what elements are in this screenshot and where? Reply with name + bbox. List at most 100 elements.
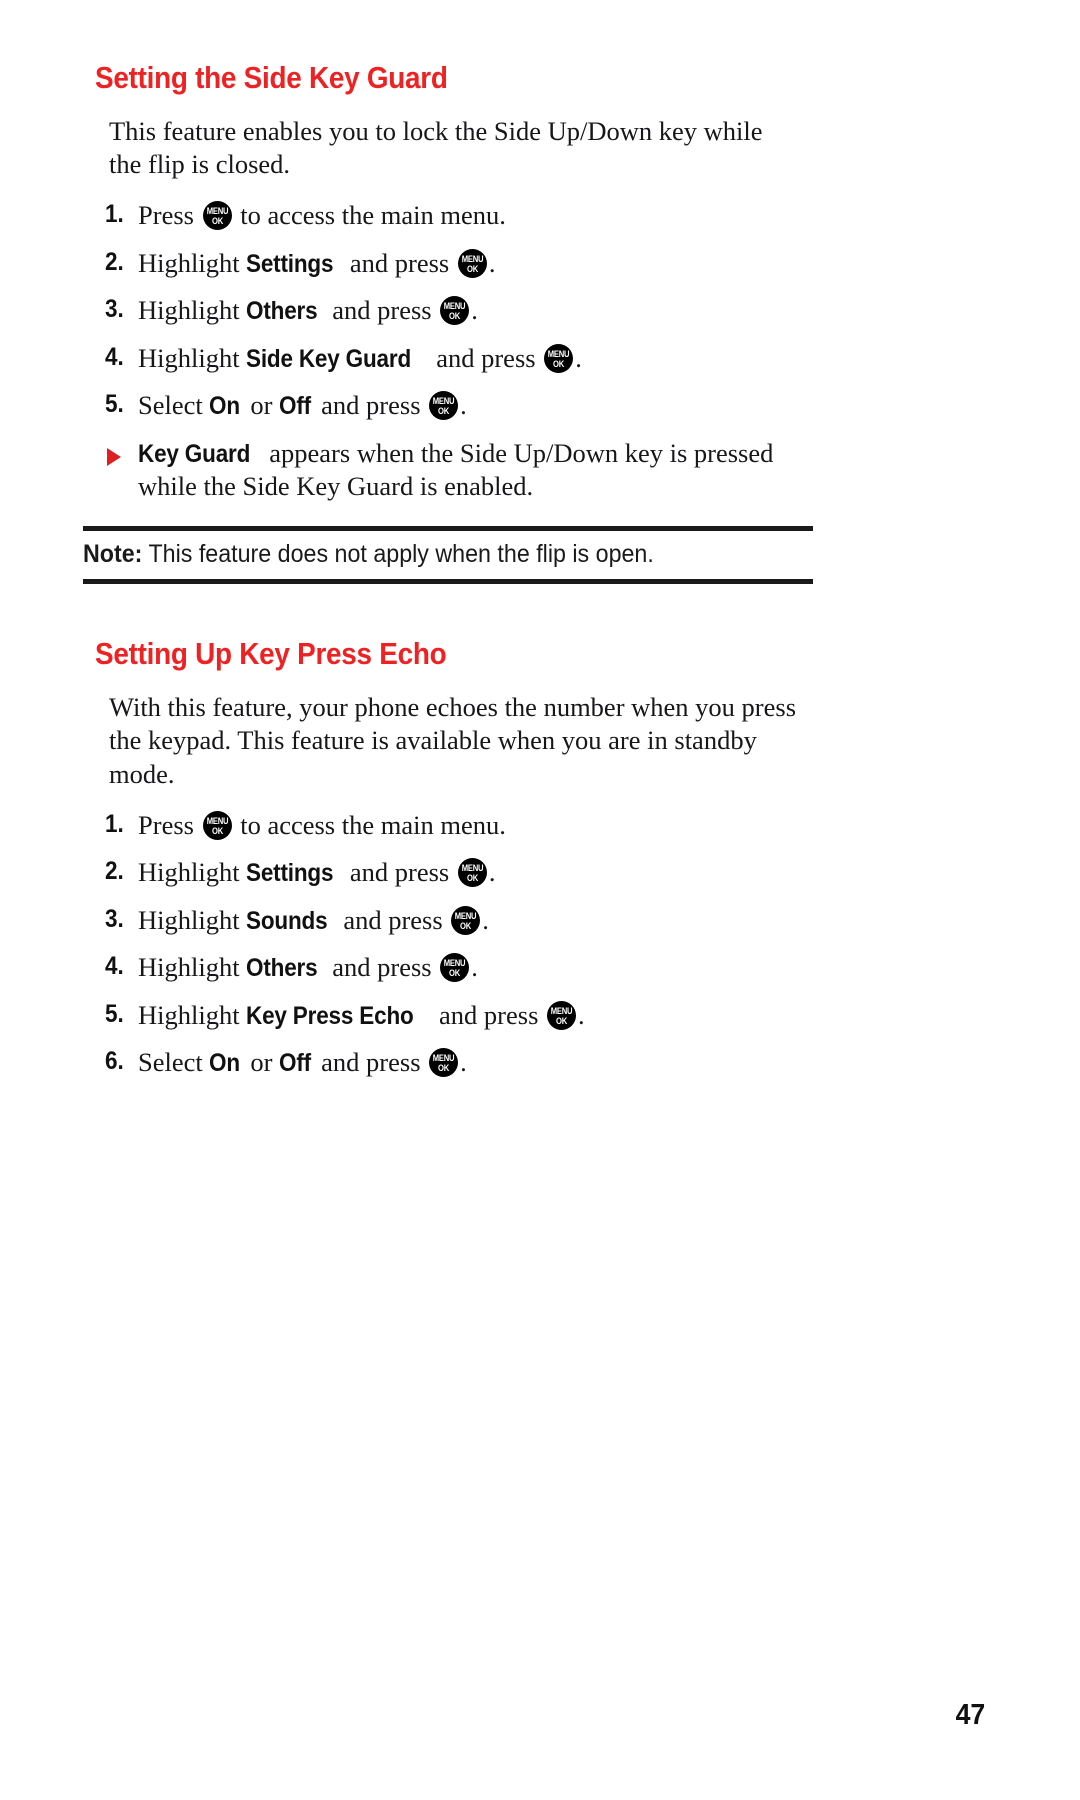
step-number: 2.: [105, 857, 124, 886]
step-text-pre: Highlight: [138, 857, 247, 888]
step-number: 2.: [105, 247, 124, 276]
step-number: 4.: [105, 342, 124, 371]
menu-ok-key-line2: OK: [466, 263, 478, 274]
step-text-pre: Highlight: [138, 952, 247, 983]
section-title-key-press-echo: Setting Up Key Press Echo: [95, 636, 447, 672]
step-text-mid: and press: [429, 342, 543, 373]
section-intro-paragraph: This feature enables you to lock the Sid…: [109, 115, 763, 179]
step-text-mid: or: [243, 390, 280, 421]
step-number: 5.: [105, 999, 124, 1028]
menu-ok-key-line1: MENU: [455, 910, 477, 921]
menu-ok-key-icon: MENU OK: [457, 858, 487, 888]
bullet-term: Key Guard: [138, 439, 251, 468]
menu-ok-key-line1: MENU: [443, 958, 466, 969]
menu-ok-key-icon: MENU OK: [202, 201, 232, 231]
steps-list-key-press-echo: 1. Press MENU OK to access the main menu.…: [95, 809, 815, 1080]
step-item: 4. Highlight Others and press MENU OK.: [95, 951, 815, 985]
note-bullet-key-guard: Key Guard appears when the Side Up/Down …: [95, 437, 815, 504]
step-text-post: to access the main menu.: [233, 809, 506, 840]
step-text-mid: and press: [343, 247, 456, 278]
step-term-on: On: [209, 392, 241, 421]
step-item: 2. Highlight Settings and press MENU OK.: [95, 856, 815, 890]
menu-ok-key-icon: MENU OK: [429, 1048, 459, 1078]
menu-ok-key-line1: MENU: [550, 1005, 573, 1016]
menu-ok-key-line2: OK: [466, 873, 478, 884]
menu-ok-key-line1: MENU: [461, 253, 484, 264]
menu-ok-key-line2: OK: [438, 406, 450, 417]
step-item: 4. Highlight Side Key Guard and press ME…: [95, 342, 815, 376]
step-number: 6.: [105, 1047, 124, 1076]
steps-list-side-key-guard: 1. Press MENU OK to access the main menu.…: [95, 199, 815, 422]
note-box: Note: This feature does not apply when t…: [83, 525, 813, 585]
step-number: 1.: [105, 809, 124, 838]
step-text-post: .: [578, 999, 585, 1030]
menu-ok-key-line1: MENU: [443, 301, 466, 312]
step-text-post: .: [482, 904, 489, 935]
menu-ok-key-icon: MENU OK: [440, 296, 470, 326]
menu-ok-key-line2: OK: [449, 968, 461, 979]
step-text-pre: Highlight: [138, 999, 247, 1030]
menu-ok-key-line2: OK: [211, 825, 223, 836]
step-item: 5. Select On or Off and press MENU OK.: [95, 389, 815, 423]
step-term: Others: [246, 954, 318, 983]
menu-ok-key-line1: MENU: [206, 815, 228, 826]
page-number: 47: [955, 1699, 985, 1731]
menu-ok-key-line2: OK: [556, 1015, 568, 1026]
note-text: This feature does not apply when the fli…: [142, 539, 654, 568]
menu-ok-key-line2: OK: [449, 311, 461, 322]
step-text-mid: and press: [325, 295, 439, 326]
step-item: 2. Highlight Settings and press MENU OK.: [95, 247, 815, 281]
step-text-mid: or: [243, 1047, 280, 1078]
section-intro-paragraph: With this feature, your phone echoes the…: [109, 691, 797, 789]
section-title-side-key-guard: Setting the Side Key Guard: [95, 60, 448, 95]
step-text-pre: Select: [138, 1047, 210, 1078]
step-number: 5.: [105, 390, 124, 419]
step-term-off: Off: [279, 392, 311, 421]
menu-ok-key-icon: MENU OK: [202, 810, 232, 840]
step-item: 3. Highlight Others and press MENU OK.: [95, 294, 815, 328]
step-text-mid: and press: [343, 857, 456, 888]
step-item: 1. Press MENU OK to access the main menu.: [95, 809, 815, 842]
step-number: 3.: [105, 295, 124, 324]
step-item: 6. Select On or Off and press MENU OK.: [95, 1046, 815, 1080]
step-number: 3.: [105, 904, 124, 933]
step-number: 4.: [105, 952, 124, 981]
menu-ok-key-icon: MENU OK: [457, 248, 487, 278]
step-term: Sounds: [246, 906, 328, 935]
step-text-mid: and press: [325, 952, 439, 983]
document-page: Setting the Side Key Guard This feature …: [0, 0, 1080, 1800]
menu-ok-key-icon: MENU OK: [547, 1000, 577, 1030]
step-item: 3. Highlight Sounds and press MENU OK.: [95, 904, 815, 938]
step-text-post: .: [575, 342, 582, 373]
step-number: 1.: [105, 200, 124, 229]
page-content: Setting the Side Key Guard This feature …: [83, 60, 815, 1094]
menu-ok-key-line1: MENU: [547, 348, 570, 359]
step-term: Settings: [246, 249, 334, 278]
step-text-pre: Press: [138, 809, 201, 840]
step-text-post: .: [471, 295, 478, 326]
menu-ok-key-line2: OK: [553, 358, 565, 369]
step-text-pre: Highlight: [138, 342, 247, 373]
menu-ok-key-line2: OK: [438, 1063, 450, 1074]
step-term: Key Press Echo: [246, 1001, 414, 1030]
menu-ok-key-line2: OK: [211, 216, 223, 227]
menu-ok-key-line1: MENU: [432, 1053, 455, 1064]
step-text-pre: Select: [138, 390, 210, 421]
step-text-post: to access the main menu.: [233, 200, 506, 231]
menu-ok-key-line1: MENU: [206, 206, 228, 217]
step-text-pre: Highlight: [138, 904, 247, 935]
step-text-mid2: and press: [314, 1047, 428, 1078]
step-item: 5. Highlight Key Press Echo and press ME…: [95, 999, 815, 1033]
step-text-post: .: [471, 952, 478, 983]
step-text-post: .: [460, 390, 467, 421]
step-text-pre: Highlight: [138, 295, 247, 326]
menu-ok-key-icon: MENU OK: [451, 905, 481, 935]
step-term-on: On: [209, 1049, 241, 1078]
step-text-post: .: [460, 1047, 467, 1078]
step-term: Side Key Guard: [246, 344, 412, 373]
step-term-off: Off: [279, 1049, 311, 1078]
note-label: Note:: [83, 539, 143, 568]
step-text-pre: Highlight: [138, 247, 247, 278]
menu-ok-key-line1: MENU: [432, 396, 455, 407]
red-triangle-bullet-icon: [107, 447, 121, 466]
